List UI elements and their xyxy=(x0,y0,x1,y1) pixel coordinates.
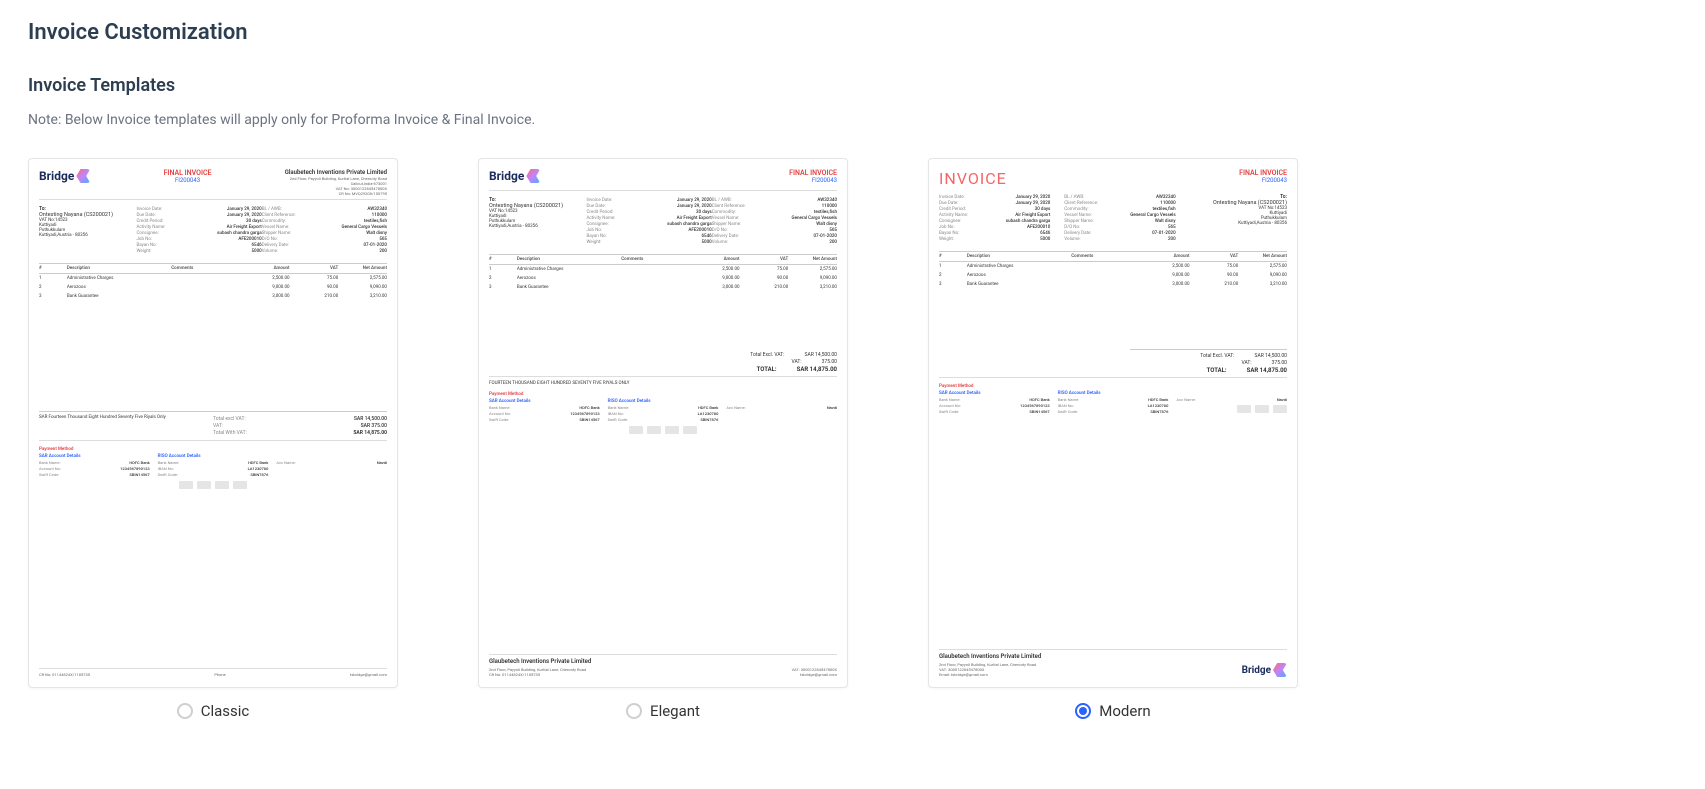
logo-icon xyxy=(76,169,90,183)
template-elegant[interactable]: Bridge FINAL INVOICE FI200043 To: Ontest… xyxy=(478,158,848,720)
radio-label: Elegant xyxy=(650,702,700,720)
template-preview-elegant[interactable]: Bridge FINAL INVOICE FI200043 To: Ontest… xyxy=(478,158,848,688)
radio-icon[interactable] xyxy=(1075,703,1091,719)
page-title: Invoice Customization xyxy=(28,20,1677,45)
radio-icon[interactable] xyxy=(177,703,193,719)
logo: Bridge xyxy=(39,169,90,183)
company-cr: CR No: MVQ29208/100795 xyxy=(285,191,387,196)
logo-icon xyxy=(1273,663,1287,677)
radio-label: Classic xyxy=(201,702,250,720)
final-invoice-label: FINAL INVOICE xyxy=(164,169,212,177)
company-name: Glaubetech Inventions Private Limited xyxy=(285,169,387,176)
template-modern[interactable]: INVOICE FINAL INVOICE FI200043 Invoice D… xyxy=(928,158,1298,720)
invoice-number: FI200043 xyxy=(164,177,212,184)
section-title: Invoice Templates xyxy=(28,75,1677,96)
invoice-word: INVOICE xyxy=(939,169,1007,188)
templates-row: Bridge FINAL INVOICE FI200043 Glaubetech… xyxy=(28,158,1677,720)
radio-label: Modern xyxy=(1099,702,1150,720)
logo-text: Bridge xyxy=(39,169,74,183)
radio-classic[interactable]: Classic xyxy=(177,702,250,720)
logo-footer: Bridge xyxy=(1242,663,1287,677)
radio-modern[interactable]: Modern xyxy=(1075,702,1150,720)
radio-elegant[interactable]: Elegant xyxy=(626,702,700,720)
template-preview-modern[interactable]: INVOICE FINAL INVOICE FI200043 Invoice D… xyxy=(928,158,1298,688)
logo: Bridge xyxy=(489,169,540,183)
line-items-table: # Description Comments Amount VAT Net Am… xyxy=(39,263,387,301)
radio-icon[interactable] xyxy=(626,703,642,719)
template-preview-classic[interactable]: Bridge FINAL INVOICE FI200043 Glaubetech… xyxy=(28,158,398,688)
template-classic[interactable]: Bridge FINAL INVOICE FI200043 Glaubetech… xyxy=(28,158,398,720)
logo-icon xyxy=(526,169,540,183)
templates-note: Note: Below Invoice templates will apply… xyxy=(28,112,1677,128)
to-country: Kuttiyadi,Austria - 80356 xyxy=(39,233,136,238)
amount-words: SAR Fourteen Thousand Eight Hundred Seve… xyxy=(39,415,213,437)
payment-method: Payment Method xyxy=(39,447,387,452)
